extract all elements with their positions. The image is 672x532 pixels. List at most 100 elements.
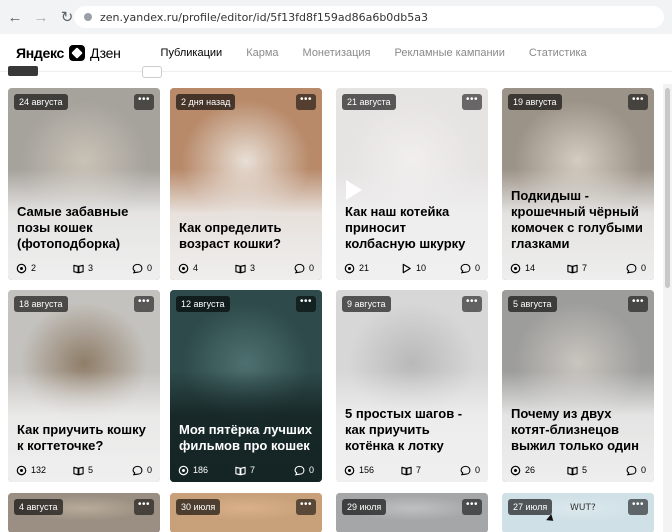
comment-icon <box>294 465 309 476</box>
publication-card[interactable]: 5 августа ••• Почему из двух котят-близнец… <box>502 290 654 482</box>
reads-stat: 7 <box>401 465 460 476</box>
date-badge: 9 августа <box>342 296 391 312</box>
comments-stat: 0 <box>460 263 480 274</box>
card-stats: 21 10 0 <box>344 262 480 274</box>
filter-dropdown-cutoff[interactable] <box>142 66 162 78</box>
comments-stat-value: 0 <box>474 263 480 273</box>
dzen-star-icon <box>69 44 85 61</box>
reads-stat-value: 3 <box>250 263 256 273</box>
info-icon[interactable] <box>84 13 92 21</box>
publication-card[interactable]: 2 дня назад ••• Как определить возраст кош… <box>170 88 322 280</box>
card-stats: 26 5 0 <box>510 464 646 476</box>
tab-ad-campaigns[interactable]: Рекламные кампании <box>395 47 505 59</box>
card-title[interactable]: Как приучить кошку к когтеточке? <box>17 422 152 454</box>
video-play-icon[interactable] <box>346 180 362 200</box>
card-stats: 186 7 0 <box>178 464 314 476</box>
comments-stat-value: 0 <box>308 465 314 475</box>
more-icon[interactable]: ••• <box>296 499 316 515</box>
zen-header: Яндекс Дзен Публикации Карма Монетизация… <box>0 34 672 72</box>
card-stats: 4 3 0 <box>178 262 314 274</box>
publication-card[interactable]: 24 августа ••• Самые забавные позы кошек (… <box>8 88 160 280</box>
views-stat: 4 <box>178 263 235 274</box>
comments-stat: 0 <box>132 465 152 476</box>
card-title[interactable]: Почему из двух котят-близнецов выжил тол… <box>511 406 646 454</box>
reads-stat-value: 7 <box>416 465 422 475</box>
card-title[interactable]: Подкидыш - крошечный чёрный комочек с го… <box>511 188 646 252</box>
tab-statistics[interactable]: Статистика <box>529 47 587 59</box>
reads-stat: 10 <box>401 263 460 274</box>
date-badge: 2 дня назад <box>176 94 236 110</box>
scrollbar[interactable] <box>663 84 672 532</box>
date-badge: 27 июля <box>508 499 553 515</box>
reads-stat-value: 10 <box>416 263 427 273</box>
book-icon <box>73 465 88 476</box>
more-icon[interactable]: ••• <box>628 94 648 110</box>
more-icon[interactable]: ••• <box>462 499 482 515</box>
eye-icon <box>178 465 193 476</box>
publication-card[interactable]: 21 августа ••• Как наш котейка приносит ко… <box>336 88 488 280</box>
comments-stat: 0 <box>460 465 480 476</box>
reads-stat: 3 <box>235 263 294 274</box>
comments-stat: 0 <box>132 263 152 274</box>
card-title[interactable]: Как определить возраст кошки? <box>179 220 314 252</box>
more-icon[interactable]: ••• <box>134 94 154 110</box>
publication-card[interactable]: 12 августа ••• Моя пятёрка лучших фильмов … <box>170 290 322 482</box>
card-title[interactable]: Моя пятёрка лучших фильмов про кошек <box>179 422 314 454</box>
book-icon <box>567 465 582 476</box>
publication-card[interactable]: 18 августа ••• Как приучить кошку к когтет… <box>8 290 160 482</box>
publication-card[interactable]: 27 июля ••• WUT? <box>502 493 654 532</box>
views-stat-value: 132 <box>31 465 47 475</box>
comments-stat: 0 <box>294 263 314 274</box>
book-icon <box>235 263 250 274</box>
card-stats: 14 7 0 <box>510 262 646 274</box>
address-bar[interactable]: zen.yandex.ru/profile/editor/id/5f13fd8f… <box>74 6 664 28</box>
reads-stat-value: 7 <box>250 465 256 475</box>
more-icon[interactable]: ••• <box>296 296 316 312</box>
more-icon[interactable]: ••• <box>462 94 482 110</box>
publication-card[interactable]: 4 августа ••• <box>8 493 160 532</box>
more-icon[interactable]: ••• <box>296 94 316 110</box>
comments-stat-value: 0 <box>308 263 314 273</box>
views-stat-value: 156 <box>359 465 375 475</box>
tab-publications[interactable]: Публикации <box>161 47 223 59</box>
play-icon <box>401 263 416 274</box>
date-badge: 24 августа <box>14 94 68 110</box>
scrollbar-thumb[interactable] <box>665 88 670 288</box>
card-title[interactable]: Как наш котейка приносит колбасную шкурк… <box>345 204 480 252</box>
publication-card[interactable]: 29 июля ••• <box>336 493 488 532</box>
tab-karma[interactable]: Карма <box>246 47 278 59</box>
more-icon[interactable]: ••• <box>628 499 648 515</box>
more-icon[interactable]: ••• <box>134 499 154 515</box>
more-icon[interactable]: ••• <box>628 296 648 312</box>
eye-icon <box>344 263 359 274</box>
views-stat-value: 4 <box>193 263 199 273</box>
comments-stat: 0 <box>294 465 314 476</box>
book-icon <box>401 465 416 476</box>
reads-stat: 7 <box>567 263 626 274</box>
publication-card[interactable]: 30 июля ••• <box>170 493 322 532</box>
date-badge: 18 августа <box>14 296 68 312</box>
yandex-zen-logo[interactable]: Яндекс Дзен <box>16 44 121 61</box>
date-badge: 12 августа <box>176 296 230 312</box>
logo-yandex: Яндекс <box>16 44 64 61</box>
back-arrow-icon[interactable]: ← <box>4 6 26 28</box>
section-header-cutoff <box>0 66 672 84</box>
more-icon[interactable]: ••• <box>134 296 154 312</box>
date-badge: 19 августа <box>508 94 562 110</box>
publication-card[interactable]: 19 августа ••• Подкидыш - крошечный чёрный… <box>502 88 654 280</box>
forward-arrow-icon[interactable]: → <box>30 6 52 28</box>
publication-card[interactable]: 9 августа ••• 5 простых шагов - как приучи… <box>336 290 488 482</box>
card-title[interactable]: Самые забавные позы кошек (фотоподборка) <box>17 204 152 252</box>
tab-monetization[interactable]: Монетизация <box>303 47 371 59</box>
comments-stat: 0 <box>626 263 646 274</box>
views-stat: 14 <box>510 263 567 274</box>
eye-icon <box>344 465 359 476</box>
card-title[interactable]: 5 простых шагов - как приучить котёнка к… <box>345 406 480 454</box>
views-stat: 26 <box>510 465 567 476</box>
comment-icon <box>294 263 309 274</box>
views-stat-value: 14 <box>525 263 536 273</box>
reads-stat: 5 <box>73 465 132 476</box>
more-icon[interactable]: ••• <box>462 296 482 312</box>
comments-stat-value: 0 <box>640 263 646 273</box>
comment-icon <box>460 465 475 476</box>
